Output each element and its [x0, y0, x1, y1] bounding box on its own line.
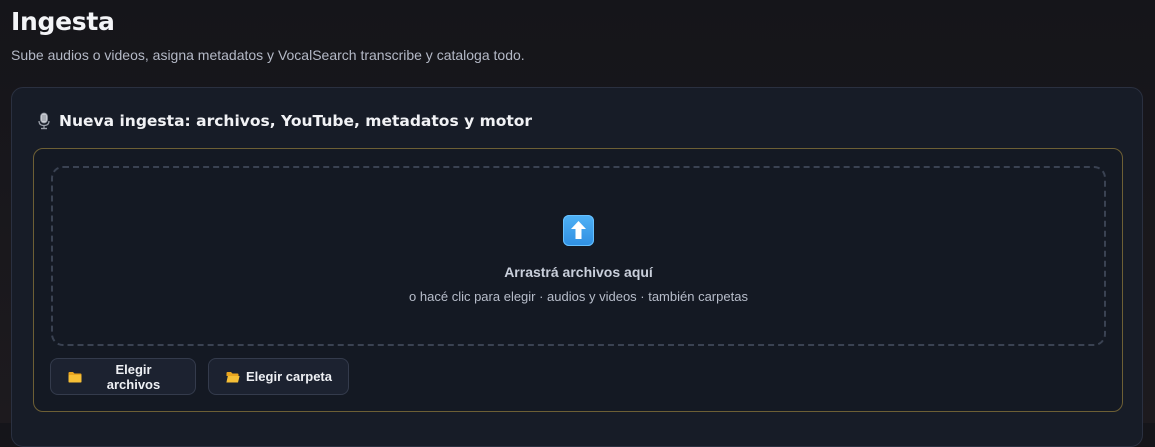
upload-arrow-icon	[563, 215, 594, 246]
choose-folder-button[interactable]: Elegir carpeta	[208, 358, 349, 395]
choose-folder-label: Elegir carpeta	[246, 369, 332, 384]
page-header: Ingesta Sube audios o videos, asigna met…	[11, 6, 525, 64]
dropzone-hint: o hacé clic para elegir · audios y video…	[409, 289, 748, 304]
microphone-icon	[37, 112, 51, 130]
folder-icon	[68, 371, 82, 383]
file-dropzone[interactable]: Arrastrá archivos aquí o hacé clic para …	[51, 166, 1106, 346]
card-header: Nueva ingesta: archivos, YouTube, metada…	[37, 112, 532, 130]
open-folder-icon	[226, 371, 240, 383]
card-title: Nueva ingesta: archivos, YouTube, metada…	[59, 112, 533, 130]
choose-files-button[interactable]: Elegir archivos	[50, 358, 196, 395]
upload-panel: Arrastrá archivos aquí o hacé clic para …	[33, 148, 1123, 412]
ingest-card: Nueva ingesta: archivos, YouTube, metada…	[11, 87, 1143, 447]
page-title: Ingesta	[11, 7, 115, 36]
choose-files-label: Elegir archivos	[106, 361, 161, 392]
dropzone-title: Arrastrá archivos aquí	[504, 264, 653, 280]
page-subtitle: Sube audios o videos, asigna metadatos y…	[11, 47, 525, 63]
